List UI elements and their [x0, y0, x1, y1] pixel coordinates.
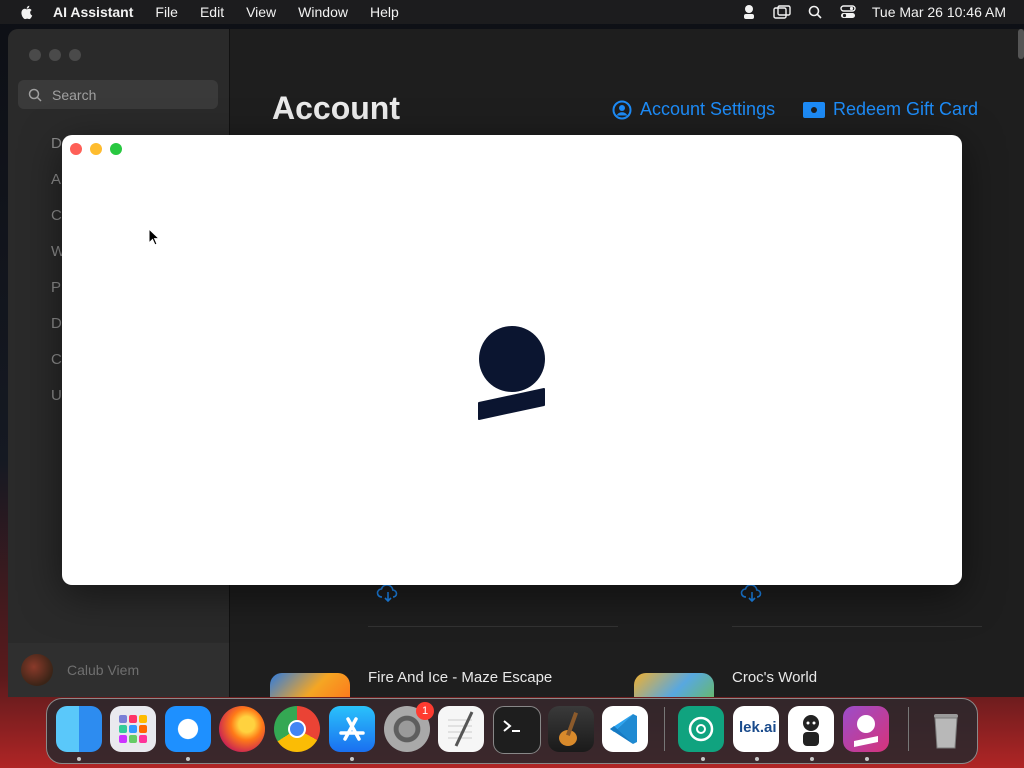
screen-mirror-icon[interactable]	[773, 4, 791, 20]
close-button[interactable]	[70, 143, 82, 155]
ai-assistant-icon[interactable]	[843, 706, 889, 752]
scrollbar[interactable]	[1018, 29, 1024, 59]
app-icon-fire-and-ice[interactable]	[270, 673, 350, 697]
menu-view[interactable]: View	[246, 4, 276, 20]
app-store-icon[interactable]	[329, 706, 375, 752]
apple-menu-icon[interactable]	[19, 4, 35, 20]
user-name: Calub Viem	[67, 662, 140, 678]
running-indicator	[186, 757, 190, 761]
app-name-crocs-world[interactable]: Croc's World	[732, 669, 817, 686]
textedit-icon[interactable]	[438, 706, 484, 752]
running-indicator	[810, 757, 814, 761]
zoom-button[interactable]	[69, 49, 81, 61]
dialog-window-controls	[70, 143, 122, 155]
menu-help[interactable]: Help	[370, 4, 399, 20]
chrome-icon[interactable]	[274, 706, 320, 752]
firefox-icon[interactable]	[219, 706, 265, 752]
gift-card-icon	[803, 101, 825, 118]
user-icon[interactable]	[740, 4, 758, 20]
sidebar-account[interactable]: Calub Viem	[8, 643, 229, 697]
divider	[368, 626, 618, 627]
chatgpt-icon[interactable]	[678, 706, 724, 752]
redeem-label: Redeem Gift Card	[833, 99, 979, 119]
app-name-menu[interactable]: AI Assistant	[53, 4, 133, 20]
menu-file[interactable]: File	[155, 4, 178, 20]
account-settings-link[interactable]: Account Settings	[612, 99, 775, 120]
close-button[interactable]	[29, 49, 41, 61]
divider	[732, 626, 982, 627]
character-app-icon[interactable]	[788, 706, 834, 752]
avatar	[21, 654, 53, 686]
garageband-icon[interactable]	[548, 706, 594, 752]
menu-window[interactable]: Window	[298, 4, 348, 20]
redeem-gift-card-link[interactable]: Redeem Gift Card	[803, 99, 978, 120]
person-circle-icon	[612, 100, 632, 119]
search-input[interactable]	[50, 85, 204, 104]
terminal-icon[interactable]	[493, 706, 541, 754]
download-icon[interactable]	[740, 583, 764, 603]
zoom-button[interactable]	[110, 143, 122, 155]
mouse-cursor-icon	[148, 228, 160, 246]
search-icon[interactable]	[806, 4, 824, 20]
search-icon	[28, 88, 42, 102]
running-indicator	[755, 757, 759, 761]
account-settings-label: Account Settings	[640, 99, 776, 119]
minimize-button[interactable]	[90, 143, 102, 155]
menu-clock[interactable]: Tue Mar 26 10:46 AM	[872, 4, 1006, 20]
running-indicator	[865, 757, 869, 761]
control-center-icon[interactable]	[839, 4, 857, 20]
running-indicator	[701, 757, 705, 761]
vscode-icon[interactable]	[602, 706, 648, 752]
menu-bar: AI Assistant File Edit View Window Help …	[0, 0, 1024, 24]
running-indicator	[350, 757, 354, 761]
person-logo-icon	[478, 326, 545, 420]
dock-separator	[664, 707, 665, 751]
dock: 1 lek.ai	[46, 698, 978, 764]
lek-ai-label: lek.ai	[739, 719, 777, 736]
loading-dialog	[62, 135, 962, 585]
safari-icon[interactable]	[165, 706, 211, 752]
page-title: Account	[272, 90, 400, 126]
finder-icon[interactable]	[56, 706, 102, 752]
app-name-fire-and-ice[interactable]: Fire And Ice - Maze Escape	[368, 669, 552, 686]
window-controls-inactive	[29, 49, 81, 61]
notification-badge: 1	[416, 702, 434, 720]
running-indicator	[77, 757, 81, 761]
sidebar-search[interactable]	[18, 80, 218, 109]
trash-icon[interactable]	[923, 706, 969, 752]
download-icon[interactable]	[376, 583, 400, 603]
app-icon-crocs-world[interactable]	[634, 673, 714, 697]
launchpad-icon[interactable]	[110, 706, 156, 752]
dock-separator	[908, 707, 909, 751]
minimize-button[interactable]	[49, 49, 61, 61]
menu-edit[interactable]: Edit	[200, 4, 224, 20]
